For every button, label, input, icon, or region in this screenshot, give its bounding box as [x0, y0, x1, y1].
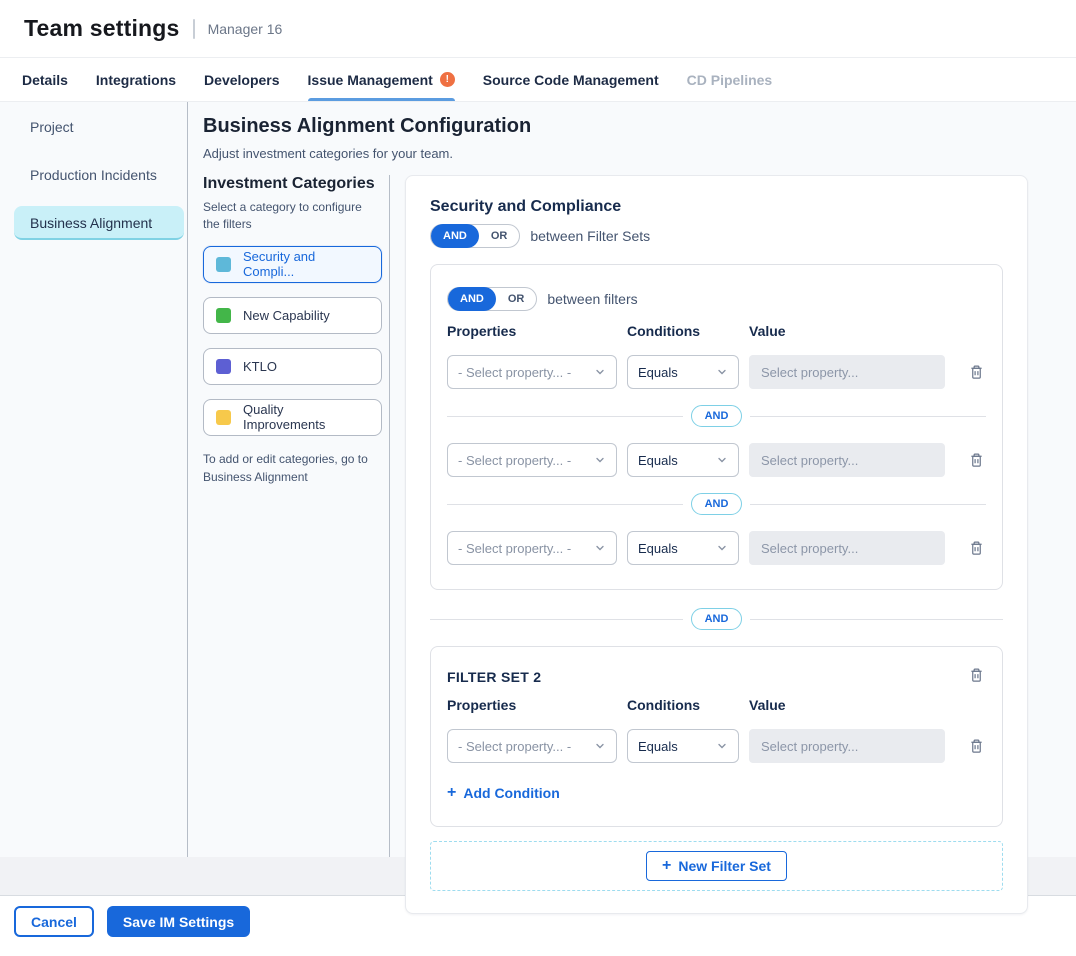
content-header: Business Alignment Configuration Adjust …	[203, 115, 1052, 175]
delete-condition-button[interactable]	[967, 450, 986, 470]
value-input[interactable]	[749, 729, 945, 763]
section-subtitle: Adjust investment categories for your te…	[203, 146, 1052, 161]
sidebar-item-production-incidents[interactable]: Production Incidents	[14, 158, 184, 192]
categories-hint: Select a category to configure the filte…	[203, 199, 373, 234]
tab-source-code-management[interactable]: Source Code Management	[483, 58, 659, 101]
project-name: Manager 16	[208, 21, 283, 37]
delete-condition-button[interactable]	[967, 362, 986, 382]
and-or-toggle-filters[interactable]: AND OR	[447, 287, 537, 311]
and-joiner-between-sets: AND	[430, 608, 1003, 630]
page-header: Team settings Manager 16	[0, 0, 1076, 58]
filter-column-headers: Properties Conditions Value	[447, 697, 986, 713]
filters-panel-title: Security and Compliance	[430, 198, 1003, 216]
content-area: Business Alignment Configuration Adjust …	[188, 102, 1076, 857]
category-color-swatch	[216, 359, 231, 374]
categories-footnote: To add or edit categories, go to Busines…	[203, 450, 375, 486]
sidebar-item-business-alignment[interactable]: Business Alignment	[14, 206, 184, 240]
page-title: Team settings	[24, 15, 180, 42]
or-option[interactable]: OR	[479, 224, 520, 248]
filters-column: Security and Compliance AND OR between F…	[390, 175, 1052, 857]
add-condition-button[interactable]: + Add Condition	[447, 785, 560, 801]
value-input[interactable]	[749, 443, 945, 477]
investment-categories-panel: Investment Categories Select a category …	[203, 175, 390, 857]
chevron-down-icon	[716, 366, 728, 378]
value-input[interactable]	[749, 531, 945, 565]
categories-title: Investment Categories	[203, 175, 381, 193]
condition-select[interactable]: Equals	[627, 355, 739, 389]
filter-row: - Select property... - Equals	[447, 443, 986, 477]
delete-filter-set-button[interactable]	[967, 665, 986, 685]
chevron-down-icon	[716, 454, 728, 466]
chevron-down-icon	[594, 542, 606, 554]
value-input[interactable]	[749, 355, 945, 389]
condition-select[interactable]: Equals	[627, 443, 739, 477]
sidebar-item-project[interactable]: Project	[14, 110, 184, 144]
trash-icon	[969, 452, 984, 468]
and-joiner: AND	[447, 493, 986, 515]
chevron-down-icon	[716, 542, 728, 554]
category-ktlo[interactable]: KTLO	[203, 348, 382, 385]
cancel-button[interactable]: Cancel	[14, 906, 94, 937]
chevron-down-icon	[594, 740, 606, 752]
and-option[interactable]: AND	[431, 224, 479, 248]
filter-row: - Select property... - Equals	[447, 729, 986, 763]
filter-row: - Select property... - Equals	[447, 355, 986, 389]
warning-icon: !	[440, 72, 455, 87]
main-area: Project Production Incidents Business Al…	[0, 102, 1076, 857]
save-im-settings-button[interactable]: Save IM Settings	[107, 906, 250, 937]
property-select[interactable]: - Select property... -	[447, 355, 617, 389]
and-or-toggle-sets[interactable]: AND OR	[430, 224, 520, 248]
trash-icon	[969, 738, 984, 754]
filter-row: - Select property... - Equals	[447, 531, 986, 565]
tab-details[interactable]: Details	[22, 58, 68, 101]
or-option[interactable]: OR	[496, 287, 537, 311]
tab-issue-management[interactable]: Issue Management !	[308, 58, 455, 101]
condition-select[interactable]: Equals	[627, 531, 739, 565]
filters-panel: Security and Compliance AND OR between F…	[405, 175, 1028, 914]
plus-icon: +	[447, 785, 456, 801]
condition-select[interactable]: Equals	[627, 729, 739, 763]
filter-column-headers: Properties Conditions Value	[447, 323, 986, 339]
category-color-swatch	[216, 410, 231, 425]
tab-bar: Details Integrations Developers Issue Ma…	[0, 58, 1076, 102]
and-joiner: AND	[447, 405, 986, 427]
filter-set-2: FILTER SET 2 Properties Conditions Value	[430, 646, 1003, 827]
property-select[interactable]: - Select property... -	[447, 443, 617, 477]
between-filters-label: between filters	[547, 291, 637, 307]
property-select[interactable]: - Select property... -	[447, 531, 617, 565]
tab-developers[interactable]: Developers	[204, 58, 279, 101]
plus-icon: +	[662, 858, 671, 874]
settings-sidenav: Project Production Incidents Business Al…	[0, 102, 188, 857]
category-color-swatch	[216, 308, 231, 323]
category-color-swatch	[216, 257, 231, 272]
new-filter-set-button[interactable]: + New Filter Set	[646, 851, 787, 881]
section-title: Business Alignment Configuration	[203, 115, 1052, 138]
trash-icon	[969, 364, 984, 380]
filter-set-1: AND OR between filters Properties Condit…	[430, 264, 1003, 590]
chevron-down-icon	[716, 740, 728, 752]
delete-condition-button[interactable]	[967, 538, 986, 558]
property-select[interactable]: - Select property... -	[447, 729, 617, 763]
and-option[interactable]: AND	[448, 287, 496, 311]
chevron-down-icon	[594, 454, 606, 466]
delete-condition-button[interactable]	[967, 736, 986, 756]
category-security-and-compliance[interactable]: Security and Compli...	[203, 246, 382, 283]
filter-set-2-title: FILTER SET 2	[447, 665, 541, 685]
category-quality-improvements[interactable]: Quality Improvements	[203, 399, 382, 436]
trash-icon	[969, 540, 984, 556]
tab-integrations[interactable]: Integrations	[96, 58, 176, 101]
between-filter-sets-label: between Filter Sets	[530, 228, 650, 244]
new-filter-set-dropzone: + New Filter Set	[430, 841, 1003, 891]
category-new-capability[interactable]: New Capability	[203, 297, 382, 334]
trash-icon	[969, 667, 984, 683]
tab-cd-pipelines: CD Pipelines	[687, 58, 773, 101]
title-divider	[193, 19, 195, 39]
chevron-down-icon	[594, 366, 606, 378]
